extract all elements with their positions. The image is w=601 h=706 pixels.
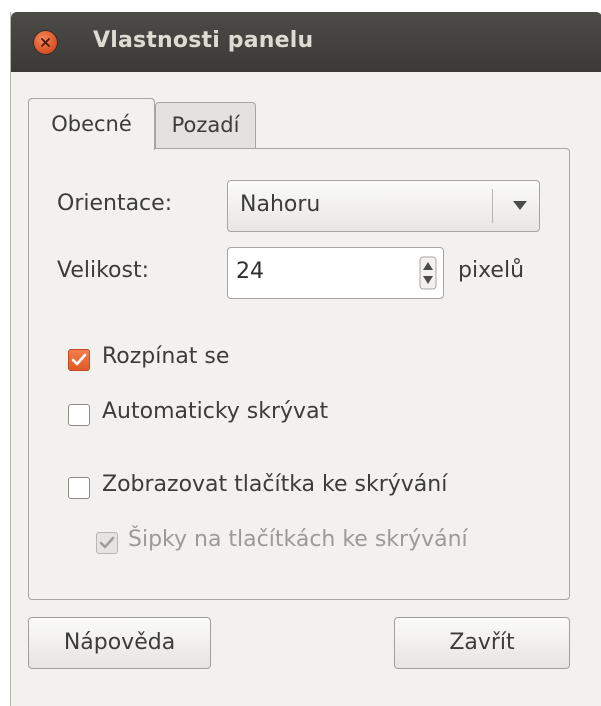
checkmark-icon xyxy=(99,536,115,549)
spin-arrows-icon[interactable] xyxy=(417,256,439,290)
expand-label[interactable]: Rozpínat se xyxy=(102,344,229,369)
size-unit: pixelů xyxy=(458,258,525,283)
arrows-label: Šipky na tlačítkách ke skrývání xyxy=(128,527,468,552)
checkmark-icon xyxy=(71,353,87,366)
tab-general[interactable]: Obecné xyxy=(28,98,155,150)
autohide-label[interactable]: Automaticky skrývat xyxy=(102,399,328,424)
arrows-checkbox xyxy=(96,532,118,554)
chevron-down-icon xyxy=(513,201,527,210)
size-spinbox[interactable]: 24 xyxy=(227,247,444,299)
hide-buttons-label[interactable]: Zobrazovat tlačítka ke skrývání xyxy=(102,472,447,497)
size-label: Velikost: xyxy=(57,258,150,283)
window-title: Vlastnosti panelu xyxy=(93,28,314,53)
size-value: 24 xyxy=(236,259,264,284)
orientation-dropdown[interactable]: Nahoru xyxy=(227,180,540,232)
hide-buttons-checkbox[interactable] xyxy=(68,477,90,499)
close-button[interactable]: Zavřít xyxy=(394,617,570,669)
orientation-label: Orientace: xyxy=(57,191,173,216)
tab-background[interactable]: Pozadí xyxy=(155,102,256,148)
title-bar[interactable]: Vlastnosti panelu xyxy=(11,12,601,72)
close-icon[interactable] xyxy=(34,31,57,54)
dropdown-separator xyxy=(492,189,493,223)
expand-checkbox[interactable] xyxy=(68,349,90,371)
help-button[interactable]: Nápověda xyxy=(28,617,211,669)
orientation-value: Nahoru xyxy=(240,192,321,217)
autohide-checkbox[interactable] xyxy=(68,404,90,426)
